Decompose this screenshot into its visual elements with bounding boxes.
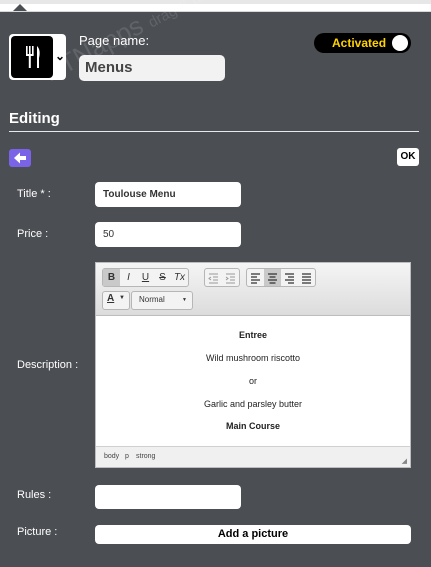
caret-down-icon: ▼	[182, 297, 187, 303]
toggle-label: Activated	[332, 36, 387, 50]
title-label: Title * :	[17, 188, 51, 200]
page-icon-selector[interactable]: ⌄	[9, 34, 66, 80]
page-name-label: Page name:	[79, 33, 150, 48]
outdent-icon[interactable]	[205, 269, 222, 286]
price-input[interactable]: 50	[95, 222, 241, 247]
content-line: or	[248, 376, 257, 386]
page-name-input[interactable]: Menus	[79, 55, 225, 81]
content-line: Entree	[238, 330, 267, 340]
format-select[interactable]: Normal ▼	[131, 291, 193, 310]
resize-handle-icon[interactable]: ◢	[402, 457, 407, 465]
format-select-value: Normal	[139, 295, 165, 304]
editor-content[interactable]: Entree Wild mushroom riscotto or Garlic …	[96, 316, 410, 448]
rich-text-editor[interactable]: B I U S Tx A ▼ Normal ▼ Entree Wild mush…	[95, 262, 411, 468]
italic-button[interactable]: I	[120, 269, 137, 286]
path-strong[interactable]: strong	[136, 453, 155, 460]
price-label: Price :	[17, 228, 49, 240]
align-center-icon[interactable]	[264, 269, 281, 286]
back-button[interactable]	[9, 149, 31, 167]
rules-label: Rules :	[17, 489, 52, 501]
activated-toggle[interactable]: Activated	[314, 33, 411, 53]
align-right-icon[interactable]	[281, 269, 298, 286]
ok-button[interactable]: OK	[397, 148, 419, 166]
path-body[interactable]: body	[104, 453, 119, 460]
rules-input[interactable]	[95, 485, 241, 509]
align-justify-icon[interactable]	[298, 269, 315, 286]
format-group: B I U S Tx	[102, 268, 189, 287]
align-group	[246, 268, 316, 287]
title-input[interactable]: Toulouse Menu	[95, 182, 241, 207]
remove-format-button[interactable]: Tx	[171, 269, 188, 286]
content-line: Main Course	[225, 421, 280, 431]
caret-down-icon: ▼	[119, 295, 125, 301]
toggle-knob	[392, 35, 408, 51]
path-p[interactable]: p	[125, 453, 129, 460]
content-line: Wild mushroom riscotto	[205, 353, 301, 363]
add-picture-button[interactable]: Add a picture	[95, 525, 411, 544]
description-label: Description :	[17, 359, 79, 371]
arrow-left-icon	[14, 152, 26, 164]
content-line: Garlic and parsley butter	[203, 399, 303, 409]
chevron-down-icon: ⌄	[55, 49, 66, 63]
bold-button[interactable]: B	[103, 269, 120, 286]
font-color-button[interactable]: A ▼	[102, 291, 130, 310]
editor-footer: body p strong ◢	[96, 446, 410, 467]
indent-group	[204, 268, 240, 287]
indent-icon[interactable]	[222, 269, 239, 286]
font-color-icon: A	[107, 293, 115, 304]
section-title: Editing	[9, 110, 60, 127]
align-left-icon[interactable]	[247, 269, 264, 286]
fork-knife-icon	[11, 36, 53, 78]
strike-button[interactable]: S	[154, 269, 171, 286]
picture-label: Picture :	[17, 526, 58, 538]
editor-toolbar: B I U S Tx A ▼ Normal ▼	[96, 263, 410, 316]
underline-button[interactable]: U	[137, 269, 154, 286]
divider	[9, 131, 419, 132]
